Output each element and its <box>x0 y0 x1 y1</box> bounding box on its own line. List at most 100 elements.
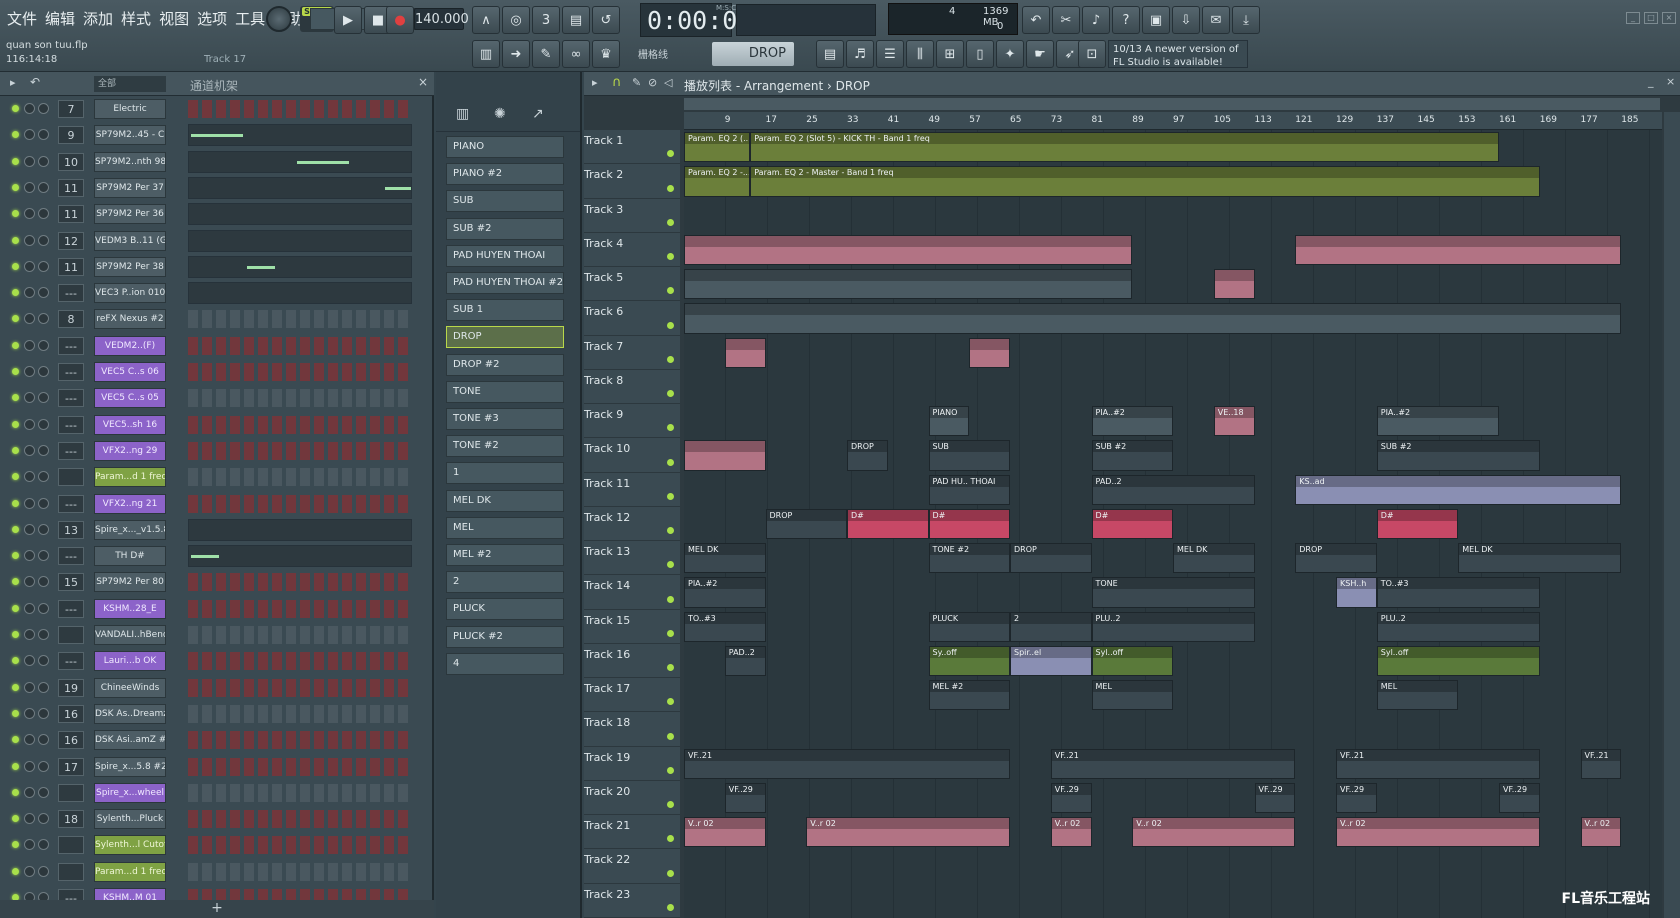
playlist-clip[interactable]: SUB #2 <box>1091 440 1173 471</box>
channel-volume-knob[interactable] <box>38 523 49 535</box>
channel-pan-knob[interactable] <box>24 129 35 141</box>
track-mute-led[interactable] <box>667 492 674 500</box>
play-button[interactable]: ▶ <box>334 6 362 34</box>
pattern-item[interactable]: DROP #2 <box>446 353 564 376</box>
track-mute-led[interactable] <box>667 732 674 740</box>
loop-record-icon[interactable]: ↺ <box>592 6 620 34</box>
menu-item[interactable]: 编辑 <box>42 8 78 29</box>
mixer-track-number[interactable]: --- <box>58 284 84 303</box>
channel-pan-knob[interactable] <box>24 234 35 246</box>
channel-name-button[interactable]: VANDALI..hBend <box>94 625 166 645</box>
playlist-clip[interactable]: VF..29 <box>1254 782 1296 814</box>
channel-piano-roll-preview[interactable] <box>188 518 412 541</box>
playlist-clip[interactable]: D# <box>1091 508 1173 540</box>
mixer-track-number[interactable]: --- <box>58 441 84 460</box>
track-header[interactable]: Track 8 <box>584 370 680 405</box>
channel-volume-knob[interactable] <box>38 786 49 798</box>
snap-selector[interactable]: 栅格线 <box>638 46 668 61</box>
playlist-clip[interactable]: MEL <box>1376 680 1459 711</box>
step-sequencer[interactable] <box>188 626 412 644</box>
channel-active-led[interactable] <box>12 394 19 402</box>
track-mute-led[interactable] <box>667 458 674 466</box>
channel-name-button[interactable]: VEDM3 B..11 (G) <box>94 230 166 251</box>
playlist-clip[interactable]: Spir..el <box>1010 645 1092 677</box>
channel-name-button[interactable]: Spire_x...5.8 #2 <box>94 756 166 777</box>
channel-volume-knob[interactable] <box>38 392 49 404</box>
channel-pan-knob[interactable] <box>24 839 35 851</box>
track-mute-led[interactable] <box>667 698 674 706</box>
track-header[interactable]: Track 6 <box>584 301 680 336</box>
channel-name-button[interactable]: TH D# <box>94 546 166 567</box>
channel-piano-roll-preview[interactable] <box>188 545 412 568</box>
channel-name-button[interactable]: VFX2..ng 21 <box>94 493 166 514</box>
channel-name-button[interactable]: DSK Asi..amZ #2 <box>94 730 166 751</box>
channel-volume-knob[interactable] <box>38 550 49 562</box>
mixer-track-number[interactable]: 12 <box>58 231 84 250</box>
playlist-clip[interactable]: D# <box>1376 508 1459 540</box>
channel-pan-knob[interactable] <box>24 786 35 798</box>
playlist-clip[interactable]: PIA..#2 <box>1091 406 1173 437</box>
pattern-item[interactable]: TONE #3 <box>446 408 564 430</box>
channel-name-button[interactable]: Param...d 1 freq <box>94 467 166 488</box>
step-sequencer[interactable] <box>188 573 412 592</box>
track-mute-led[interactable] <box>667 150 674 158</box>
piano-keys-icon[interactable]: ▥ <box>472 40 500 68</box>
channel-name-button[interactable]: reFX Nexus #2 <box>94 309 166 330</box>
channel-volume-knob[interactable] <box>38 155 49 167</box>
channel-active-led[interactable] <box>12 315 19 323</box>
pattern-item[interactable]: PAD HUYEN THOAI #2 <box>446 272 564 294</box>
channel-piano-roll-preview[interactable] <box>188 282 412 305</box>
channel-pan-knob[interactable] <box>24 366 35 377</box>
step-edit-icon[interactable]: ▤ <box>562 6 590 34</box>
playlist-clip[interactable]: Param. EQ 2 - Master - Band 1 freq <box>750 166 1540 197</box>
playlist-clip[interactable]: VF..21 <box>1336 748 1540 779</box>
playlist-clip[interactable] <box>1295 234 1622 266</box>
channel-active-led[interactable] <box>12 604 19 612</box>
playlist-clip[interactable]: Param. EQ 2 (.. - Band 1 freq <box>684 132 751 163</box>
pattern-item[interactable]: 1 <box>446 462 564 485</box>
channel-piano-roll-preview[interactable] <box>188 124 412 147</box>
channel-name-button[interactable]: SP79M2 Per 36 <box>94 204 166 225</box>
playlist-clip[interactable]: DROP <box>847 440 888 471</box>
cart-icon[interactable]: ⊡ <box>1078 40 1106 68</box>
channel-active-led[interactable] <box>12 841 19 849</box>
playlist-clip[interactable]: V..r 02 <box>1580 817 1622 848</box>
pattern-song-toggle[interactable]: PAT SONG <box>300 6 428 32</box>
track-mute-led[interactable] <box>667 355 674 363</box>
track-header[interactable]: Track 3 <box>584 199 680 233</box>
add-channel-button[interactable]: + <box>0 900 434 918</box>
channel-active-led[interactable] <box>12 131 19 139</box>
channel-name-button[interactable]: SP79M2 Per 37 <box>94 177 166 198</box>
channel-active-led[interactable] <box>12 236 19 244</box>
vertical-scrollbar[interactable] <box>1664 112 1680 918</box>
pattern-item[interactable]: 4 <box>446 652 564 675</box>
channel-pan-knob[interactable] <box>24 287 35 299</box>
track-mute-led[interactable] <box>667 253 674 261</box>
magnet-icon[interactable]: ∩ <box>612 75 622 90</box>
channel-name-button[interactable]: VEC5 C..s 05 <box>94 388 166 409</box>
track-header[interactable]: Track 22 <box>584 849 680 884</box>
channel-volume-knob[interactable] <box>38 576 49 588</box>
mixer-track-number[interactable]: 16 <box>58 731 84 750</box>
bulb-icon[interactable]: ✦ <box>996 40 1024 68</box>
rack-menu-icon[interactable]: ▸ <box>10 76 16 89</box>
menu-item[interactable]: 文件 <box>4 8 40 29</box>
playlist-clip[interactable]: Param. EQ 2 -...- Band 1 freq <box>684 166 751 197</box>
menu-item[interactable]: 选项 <box>194 8 230 29</box>
track-header[interactable]: Track 1 <box>584 130 680 165</box>
step-sequencer[interactable] <box>188 757 412 776</box>
channel-name-button[interactable]: VFX2..ng 29 <box>94 440 166 461</box>
playlist-clip[interactable]: MEL <box>1091 680 1173 711</box>
track-header[interactable]: Track 10 <box>584 438 680 473</box>
channel-pan-knob[interactable] <box>24 602 35 614</box>
channel-pan-knob[interactable] <box>24 103 35 114</box>
piano-roll-icon[interactable]: ♬ <box>846 40 874 68</box>
playlist-clip[interactable]: D# <box>928 508 1010 540</box>
step-sequencer[interactable] <box>188 441 412 460</box>
rack-close-icon[interactable]: × <box>418 75 428 89</box>
track-header[interactable]: Track 2 <box>584 164 680 199</box>
download-icon[interactable]: ⤓ <box>1232 6 1260 34</box>
mixer-track-number[interactable] <box>58 783 84 802</box>
playlist-clip[interactable]: VF..21 <box>1580 748 1622 779</box>
channel-pan-knob[interactable] <box>24 155 35 167</box>
